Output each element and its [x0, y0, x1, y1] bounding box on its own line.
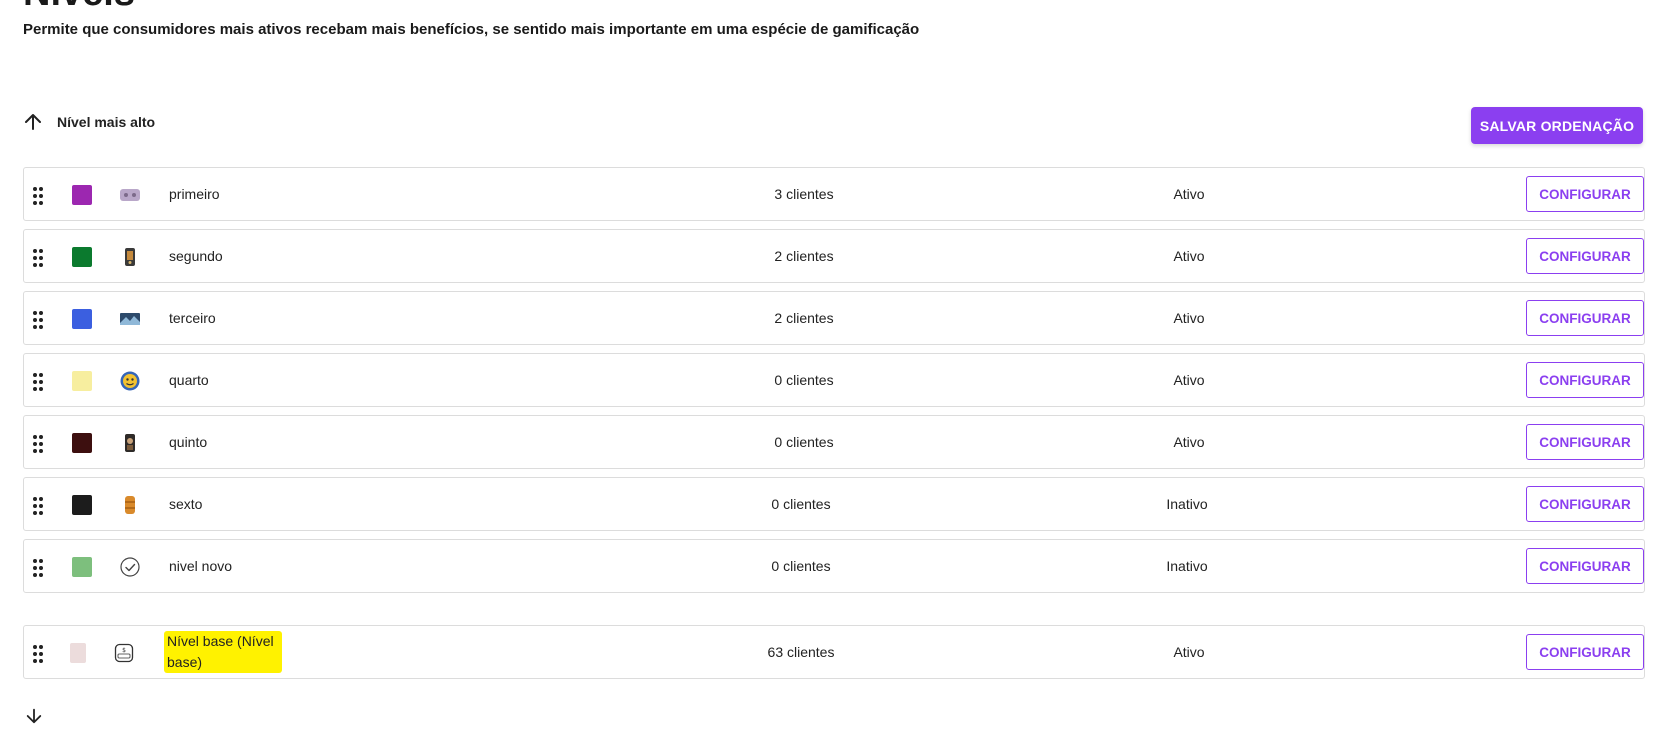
gamepad-image-icon: [120, 185, 140, 205]
level-client-count: 3 clientes: [774, 186, 834, 202]
level-name: quinto: [169, 434, 208, 450]
configure-button[interactable]: CONFIGURAR: [1526, 424, 1644, 460]
level-color-swatch: [72, 309, 92, 329]
level-row[interactable]: quinto 0 clientes Ativo CONFIGURAR: [23, 415, 1645, 469]
drag-handle-icon[interactable]: [32, 372, 44, 397]
level-client-count: 0 clientes: [771, 558, 831, 574]
level-row[interactable]: terceiro 2 clientes Ativo CONFIGURAR: [23, 291, 1645, 345]
save-order-button[interactable]: SALVAR ORDENAÇÃO: [1471, 107, 1643, 144]
drag-handle-icon[interactable]: [32, 434, 44, 459]
level-name: segundo: [169, 248, 223, 264]
level-status: Inativo: [1166, 496, 1208, 512]
level-color-swatch: [72, 495, 92, 515]
drag-handle-icon[interactable]: [32, 186, 44, 211]
level-status: Ativo: [1173, 310, 1205, 326]
level-status: Ativo: [1173, 372, 1205, 388]
level-name: terceiro: [169, 310, 216, 326]
drag-handle-icon[interactable]: [32, 558, 44, 583]
portrait-image-icon: [120, 433, 140, 453]
level-color-swatch: [72, 433, 92, 453]
svg-text:$: $: [122, 647, 126, 654]
level-color-swatch: [72, 247, 92, 267]
level-color-swatch: [72, 557, 92, 577]
configure-button[interactable]: CONFIGURAR: [1526, 300, 1644, 336]
level-row[interactable]: nivel novo 0 clientes Inativo CONFIGURAR: [23, 539, 1645, 593]
check-circle-icon: [120, 557, 140, 577]
character-image-icon: [120, 247, 140, 267]
level-client-count: 0 clientes: [771, 496, 831, 512]
level-client-count: 0 clientes: [774, 372, 834, 388]
level-status: Ativo: [1173, 434, 1205, 450]
level-row[interactable]: primeiro 3 clientes Ativo CONFIGURAR: [23, 167, 1645, 221]
arrow-up-icon: [23, 112, 43, 132]
emoji-image-icon: [120, 371, 140, 391]
configure-button[interactable]: CONFIGURAR: [1526, 548, 1644, 584]
level-name: quarto: [169, 372, 209, 388]
level-status: Ativo: [1173, 644, 1205, 660]
level-color-swatch: [72, 371, 92, 391]
sort-header: Nível mais alto: [23, 112, 155, 132]
configure-button[interactable]: CONFIGURAR: [1526, 176, 1644, 212]
level-client-count: 2 clientes: [774, 310, 834, 326]
drag-handle-icon[interactable]: [32, 248, 44, 273]
jar-image-icon: [120, 495, 140, 515]
level-badge-icon: $: [114, 643, 134, 663]
level-name: nivel novo: [169, 558, 233, 574]
top-level-label: Nível mais alto: [57, 114, 156, 130]
level-status: Ativo: [1173, 248, 1205, 264]
level-name: primeiro: [169, 186, 220, 202]
level-name: sexto: [169, 496, 203, 512]
level-row[interactable]: sexto 0 clientes Inativo CONFIGURAR: [23, 477, 1645, 531]
drag-handle-icon[interactable]: [32, 310, 44, 335]
landscape-image-icon: [120, 309, 140, 329]
arrow-down-icon: [25, 707, 43, 730]
level-client-count: 2 clientes: [774, 248, 834, 264]
level-name: Nível base (Nível base): [164, 631, 282, 673]
page-title: Níveis: [23, 0, 135, 12]
configure-button[interactable]: CONFIGURAR: [1526, 634, 1644, 670]
configure-button[interactable]: CONFIGURAR: [1526, 238, 1644, 274]
level-color-swatch: [72, 185, 92, 205]
level-row[interactable]: segundo 2 clientes Ativo CONFIGURAR: [23, 229, 1645, 283]
page-subtitle: Permite que consumidores mais ativos rec…: [23, 21, 920, 38]
level-row[interactable]: quarto 0 clientes Ativo CONFIGURAR: [23, 353, 1645, 407]
level-color-swatch: [70, 643, 86, 663]
drag-handle-icon[interactable]: [32, 496, 44, 521]
level-status: Ativo: [1173, 186, 1205, 202]
configure-button[interactable]: CONFIGURAR: [1526, 486, 1644, 522]
base-level-row[interactable]: $ Nível base (Nível base) 63 clientes At…: [23, 625, 1645, 679]
drag-handle-icon[interactable]: [32, 644, 44, 669]
level-status: Inativo: [1166, 558, 1208, 574]
level-client-count: 63 clientes: [767, 644, 835, 660]
level-client-count: 0 clientes: [774, 434, 834, 450]
configure-button[interactable]: CONFIGURAR: [1526, 362, 1644, 398]
